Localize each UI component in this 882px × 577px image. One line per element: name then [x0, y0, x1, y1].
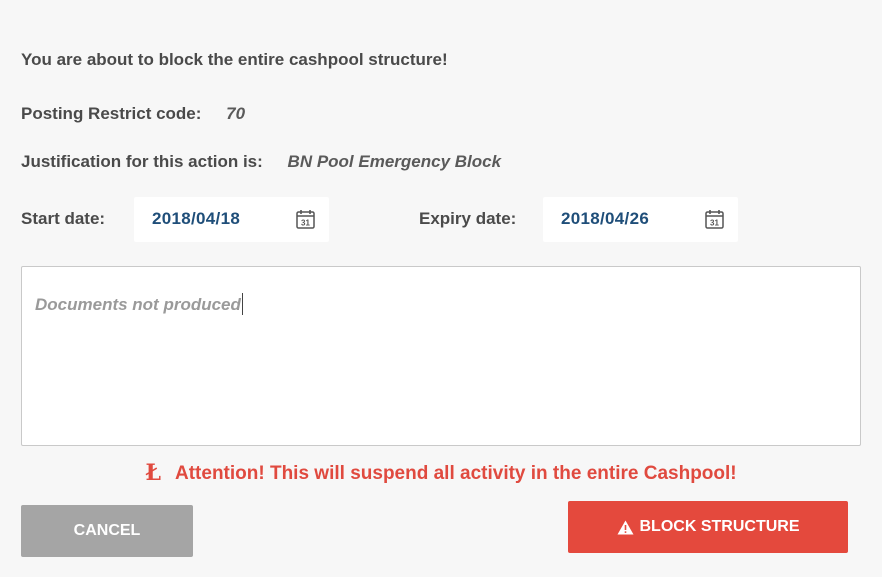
start-date-field[interactable]: 2018/04/18 31 [134, 197, 329, 242]
comment-text: Documents not produced [35, 293, 243, 315]
warning-icon [617, 520, 633, 534]
justification-label: Justification for this action is: [21, 152, 263, 171]
warning-title: You are about to block the entire cashpo… [21, 50, 448, 69]
restrict-code-value: 70 [226, 104, 246, 123]
block-structure-button[interactable]: BLOCK STRUCTURE [568, 501, 848, 553]
calendar-icon[interactable]: 31 [296, 209, 315, 229]
expiry-date-value: 2018/04/26 [561, 209, 650, 228]
calendar-icon[interactable]: 31 [705, 209, 724, 229]
svg-text:31: 31 [710, 219, 719, 228]
expiry-date-field[interactable]: 2018/04/26 31 [543, 197, 738, 242]
justification-value: BN Pool Emergency Block [287, 152, 502, 171]
attention-icon: Ł [145, 460, 161, 486]
expiry-date-label: Expiry date: [419, 209, 517, 228]
cancel-button-label: CANCEL [73, 522, 141, 539]
comment-textarea[interactable]: Documents not produced [21, 266, 861, 446]
attention-text: Attention! This will suspend all activit… [175, 463, 737, 484]
restrict-code-label: Posting Restrict code: [21, 104, 202, 123]
block-structure-label: BLOCK STRUCTURE [639, 518, 800, 535]
start-date-label: Start date: [21, 209, 106, 228]
restrict-code-row: Posting Restrict code: 70 [21, 104, 245, 124]
block-structure-dialog: You are about to block the entire cashpo… [0, 0, 882, 577]
cancel-button[interactable]: CANCEL [21, 505, 193, 557]
svg-text:31: 31 [301, 219, 310, 228]
attention-message: Ł Attention! This will suspend all activi… [0, 460, 882, 486]
text-caret [241, 293, 243, 315]
justification-row: Justification for this action is: BN Poo… [21, 152, 501, 172]
start-date-value: 2018/04/18 [152, 209, 241, 228]
